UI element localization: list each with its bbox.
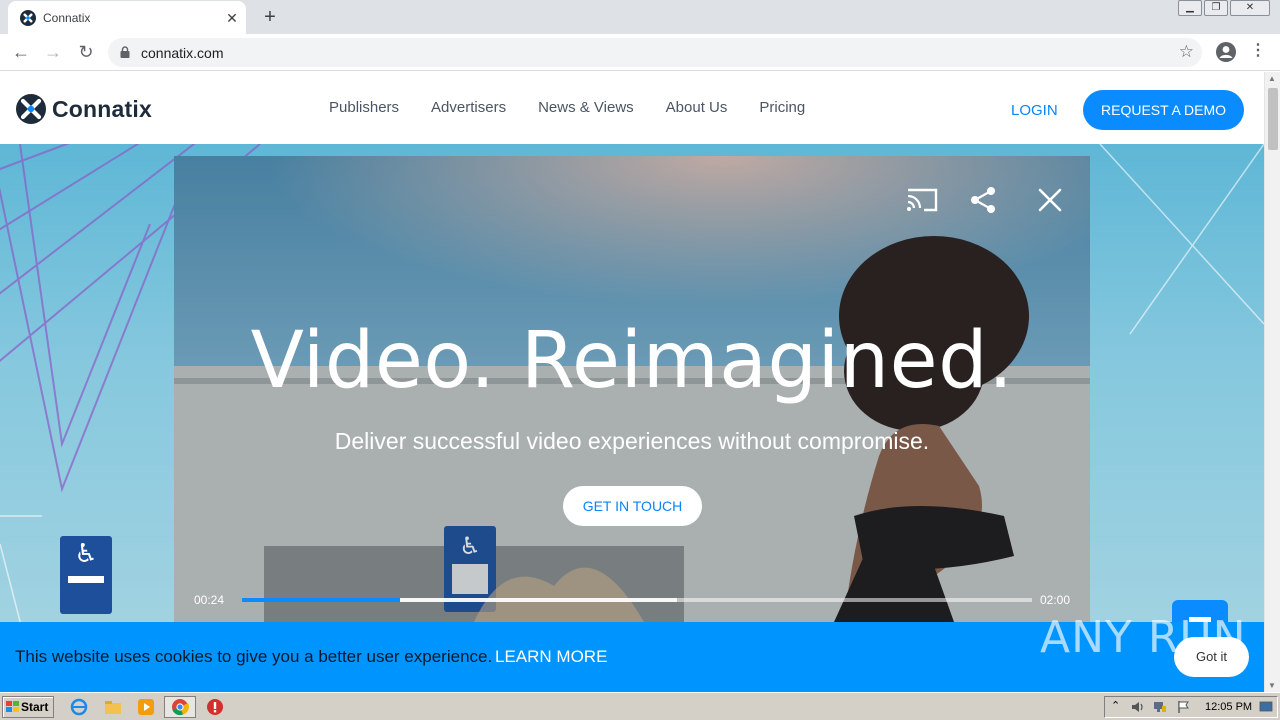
connatix-logo-icon — [16, 94, 46, 124]
video-player[interactable]: ♿ Video. Reimagined. Deliver successful … — [174, 156, 1090, 622]
total-time: 02:00 — [1040, 593, 1071, 607]
start-label: Start — [21, 700, 49, 714]
connatix-favicon-icon — [20, 10, 36, 26]
action-center-flag-icon[interactable] — [1177, 700, 1191, 714]
tray-expand-icon[interactable]: ⌃ — [1111, 699, 1120, 712]
reload-button[interactable]: ↻ — [73, 39, 99, 65]
forward-button[interactable]: → — [40, 39, 66, 65]
tab-title: Connatix — [43, 11, 91, 25]
site-logo[interactable]: Connatix — [16, 93, 152, 125]
browser-menu-icon[interactable]: ⋮ — [1250, 39, 1266, 65]
login-link[interactable]: LOGIN — [1011, 102, 1058, 119]
hero-title: Video. Reimagined. — [250, 316, 1014, 406]
get-in-touch-button[interactable]: GET IN TOUCH — [563, 486, 702, 526]
scroll-up-icon[interactable]: ▲ — [1268, 74, 1276, 83]
media-player-icon[interactable] — [137, 698, 155, 716]
video-progress-bar[interactable] — [242, 598, 1032, 602]
main-nav: Publishers Advertisers News & Views Abou… — [329, 99, 805, 116]
current-time: 00:24 — [194, 593, 225, 607]
hero-section: ♿ ♿ Video. Reimagined. Deliver successfu… — [0, 144, 1264, 692]
scroll-thumb[interactable] — [1268, 88, 1278, 150]
page-scrollbar[interactable]: ▲ ▼ — [1264, 72, 1280, 692]
file-explorer-icon[interactable] — [104, 698, 122, 716]
window-controls: ▁ ❐ ✕ — [1178, 0, 1270, 18]
nav-news-views[interactable]: News & Views — [538, 99, 634, 116]
windows-flag-icon — [6, 701, 19, 712]
taskbar-clock: 12:05 PM — [1205, 701, 1253, 713]
browser-toolbar: ← → ↻ connatix.com ☆ ⋮ — [0, 34, 1280, 71]
url-text[interactable]: connatix.com — [141, 45, 223, 61]
internet-explorer-icon[interactable] — [70, 698, 88, 716]
svg-text:♿: ♿ — [74, 539, 97, 569]
network-icon[interactable] — [1153, 700, 1167, 714]
cast-icon[interactable] — [904, 184, 940, 216]
tab-strip: Connatix ✕ + ▁ ❐ ✕ — [0, 0, 1280, 34]
scroll-down-icon[interactable]: ▼ — [1268, 681, 1276, 690]
hero-subtitle: Deliver successful video experiences wit… — [334, 428, 930, 454]
tab-close-icon[interactable]: ✕ — [222, 8, 242, 28]
anyrun-watermark: ANY RUN — [1040, 612, 1247, 663]
new-tab-button[interactable]: + — [258, 6, 282, 30]
window-close-button[interactable]: ✕ — [1230, 0, 1270, 16]
volume-icon[interactable] — [1131, 700, 1145, 714]
bookmark-star-icon[interactable]: ☆ — [1179, 42, 1194, 62]
cookie-text: This website uses cookies to give you a … — [15, 647, 493, 666]
chrome-taskbar-button[interactable] — [164, 696, 196, 718]
system-tray: ⌃ 12:05 PM — [1104, 696, 1278, 718]
nav-publishers[interactable]: Publishers — [329, 99, 399, 116]
close-icon[interactable] — [1036, 186, 1064, 214]
back-button[interactable]: ← — [8, 39, 34, 65]
show-desktop-icon[interactable] — [1259, 700, 1273, 714]
restore-button[interactable]: ❐ — [1204, 0, 1228, 16]
nav-about-us[interactable]: About Us — [666, 99, 728, 116]
windows-taskbar: Start ⌃ 12:05 PM — [0, 692, 1280, 720]
lock-icon — [120, 46, 130, 58]
logo-text: Connatix — [52, 95, 152, 122]
profile-avatar-icon[interactable] — [1215, 41, 1237, 63]
address-bar[interactable]: connatix.com ☆ — [108, 38, 1202, 67]
learn-more-link[interactable]: LEARN MORE — [495, 647, 607, 667]
stop-app-icon[interactable] — [206, 698, 224, 716]
browser-tab[interactable]: Connatix ✕ — [8, 1, 246, 34]
chrome-icon — [172, 699, 189, 716]
page-viewport: Connatix Publishers Advertisers News & V… — [0, 72, 1280, 692]
nav-pricing[interactable]: Pricing — [759, 99, 805, 116]
start-button[interactable]: Start — [2, 696, 54, 718]
minimize-button[interactable]: ▁ — [1178, 0, 1202, 16]
played-bar — [242, 598, 400, 602]
nav-advertisers[interactable]: Advertisers — [431, 99, 506, 116]
site-header: Connatix Publishers Advertisers News & V… — [0, 72, 1264, 144]
share-icon[interactable] — [968, 184, 998, 216]
request-demo-button[interactable]: REQUEST A DEMO — [1083, 90, 1244, 130]
